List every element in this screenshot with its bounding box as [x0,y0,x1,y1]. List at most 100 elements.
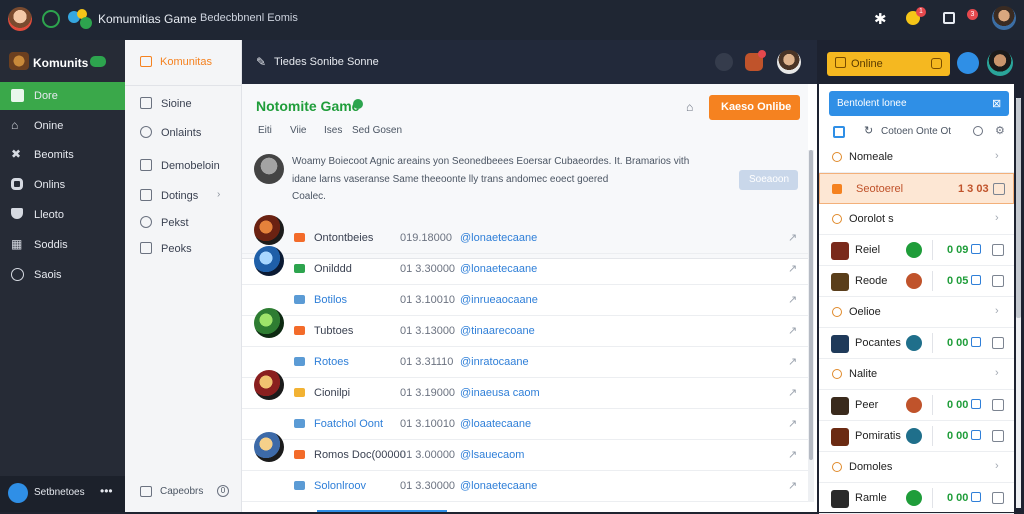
row-link[interactable]: @lonaetecaane [460,480,537,492]
tab-2[interactable]: Viie [290,125,307,136]
search-icon[interactable] [957,52,979,74]
arrow-icon[interactable]: ↗ [788,386,797,399]
section-header[interactable]: Domoles › [819,452,1014,483]
row-avatar[interactable] [254,308,284,338]
row-link[interactable]: @loaatecaane [460,418,531,430]
sidebar-item-saois[interactable]: Saois [0,261,125,289]
sidebar-item-onlins[interactable]: Onlins [0,171,125,199]
arrow-icon[interactable]: ↗ [788,417,797,430]
arrow-icon[interactable]: ↗ [788,448,797,461]
member-row[interactable]: Pomiratis 0 00 [819,421,1014,452]
row-avatar[interactable] [254,370,284,400]
puzzle-icon[interactable]: ✱ [874,10,887,28]
member-row[interactable]: Reiel 0 09 [819,235,1014,266]
subnav: Komunitas Sioine Onlaints Demobeloin Dot… [125,40,242,512]
highlight-row[interactable]: Seotoerel 1 3 03 [819,173,1014,204]
sidebar-item-soddis[interactable]: ▦ Soddis [0,231,125,259]
bookmark-icon[interactable]: ⌂ [686,100,693,114]
arrow-icon[interactable]: ↗ [788,231,797,244]
subnav-item[interactable]: Sioine [125,92,242,116]
row-link[interactable]: @inratocaane [460,356,529,368]
more-icon[interactable]: ••• [100,484,113,498]
table-row[interactable]: Romos Doc(00000 01 3.00000 @lsauecaom ↗ [242,432,808,471]
row-avatar[interactable] [254,215,284,245]
main-scrollbar[interactable] [808,150,814,502]
row-checkbox[interactable] [993,183,1005,195]
subnav-item[interactable]: Dotings › [125,184,242,208]
mail-icon[interactable] [943,12,955,24]
section-header[interactable]: Oorolot s › [819,204,1014,235]
status-icon[interactable] [42,10,60,28]
arrow-icon[interactable]: ↗ [788,324,797,337]
table-row[interactable]: Rotoes 01 3.31110 @inratocaane ↗ [242,347,808,378]
arrow-icon[interactable]: ↗ [788,262,797,275]
online-button[interactable]: Online [827,52,950,76]
arrow-icon[interactable]: ↗ [788,293,797,306]
search-bar[interactable]: Bentolent lonee ⊠ [829,91,1009,116]
settings-icon[interactable]: ⚙ [995,124,1005,137]
row-link[interactable]: @inrueaocaane [460,294,538,306]
subnav-item[interactable]: Pekst [125,211,242,235]
tab-3[interactable]: Ises [324,125,342,136]
sidebar-item-beomits[interactable]: ✖ Beomits [0,141,125,169]
table-row[interactable]: Botilos 01 3.10010 @inrueaocaane ↗ [242,285,808,316]
user-avatar[interactable] [8,7,32,31]
arrow-icon[interactable]: ↗ [788,355,797,368]
member-row[interactable]: Reode 0 05 [819,266,1014,297]
member-row[interactable]: Ramle 0 00 [819,483,1014,514]
section-header[interactable]: Nomeale › [819,142,1014,173]
checkbox-blue-icon[interactable] [833,126,845,138]
table-row[interactable]: Tubtoes 01 3.13000 @tinaarecoane ↗ [242,308,808,347]
row-link[interactable]: @lonaetecaane [460,232,537,244]
sidebar-item-dore[interactable]: Dore [0,82,125,110]
member-row[interactable]: Peer 0 00 [819,390,1014,421]
row-link[interactable]: @tinaarecoane [460,325,535,337]
row-link[interactable]: @lonaetecaane [460,263,537,275]
row-checkbox[interactable] [992,399,1004,411]
tab-1[interactable]: Eiti [258,125,272,136]
subnav-item[interactable]: Peoks [125,237,242,261]
divider [125,85,242,86]
sidebar-item-onine[interactable]: ⌂ Onine [0,112,125,140]
subnav-item[interactable]: Onlaints [125,121,242,145]
right-avatar[interactable] [987,50,1013,76]
section-header[interactable]: Nalite › [819,359,1014,390]
table-row[interactable]: Cionilpi 01 3.19000 @inaeusa caom ↗ [242,370,808,409]
table-row[interactable]: Ontontbeies 019.18000 @lonaetecaane ↗ [242,215,808,254]
row-checkbox[interactable] [992,430,1004,442]
row-link[interactable]: @lsauecaom [460,449,524,461]
row-avatar[interactable] [254,432,284,462]
host-avatar[interactable] [777,50,801,74]
table-row[interactable]: Onilddd 01 3.30000 @lonaetecaane ↗ [242,246,808,285]
edit-icon[interactable]: ✎ [256,55,266,69]
member-row[interactable]: Pocantes 0 00 [819,328,1014,359]
section-label: Oorolot s [849,213,894,225]
row-checkbox[interactable] [992,337,1004,349]
table-row[interactable]: Foatchol Oont 01 3.10010 @loaatecaane ↗ [242,409,808,440]
clock-icon[interactable] [973,126,983,136]
author-avatar[interactable] [254,154,284,184]
subnav-footer[interactable]: Capeobrs 0 [125,480,242,504]
refresh-icon[interactable]: ↻ [864,124,873,137]
panel-scrollbar[interactable] [1016,98,1021,508]
close-icon[interactable]: ⊠ [992,97,1001,110]
row-link[interactable]: @inaeusa caom [460,387,540,399]
row-checkbox[interactable] [992,244,1004,256]
subnav-header[interactable]: Komunitas [125,50,242,74]
secondary-button[interactable]: Soeaoon [739,170,798,190]
subnav-label: Dotings [161,190,199,202]
breadcrumb[interactable]: Bedecbbnenl Eomis [200,12,298,24]
tab-4[interactable]: Sed Gosen [352,125,402,136]
arrow-icon[interactable]: ↗ [788,479,797,492]
row-checkbox[interactable] [992,275,1004,287]
profile-avatar[interactable] [992,6,1016,30]
sidebar-footer[interactable]: Setbnetoes ••• [0,476,125,512]
row-checkbox[interactable] [992,492,1004,504]
section-header[interactable]: Oelioe › [819,297,1014,328]
mute-icon[interactable] [715,53,733,71]
cta-button[interactable]: Kaeso Onlibe [709,95,800,120]
row-avatar[interactable] [254,246,284,276]
sidebar-item-lleoto[interactable]: Lleoto [0,201,125,229]
table-row[interactable]: Solonlroov 01 3.30000 @lonaetecaane ↗ [242,471,808,502]
subnav-item[interactable]: Demobeloin [125,154,242,178]
